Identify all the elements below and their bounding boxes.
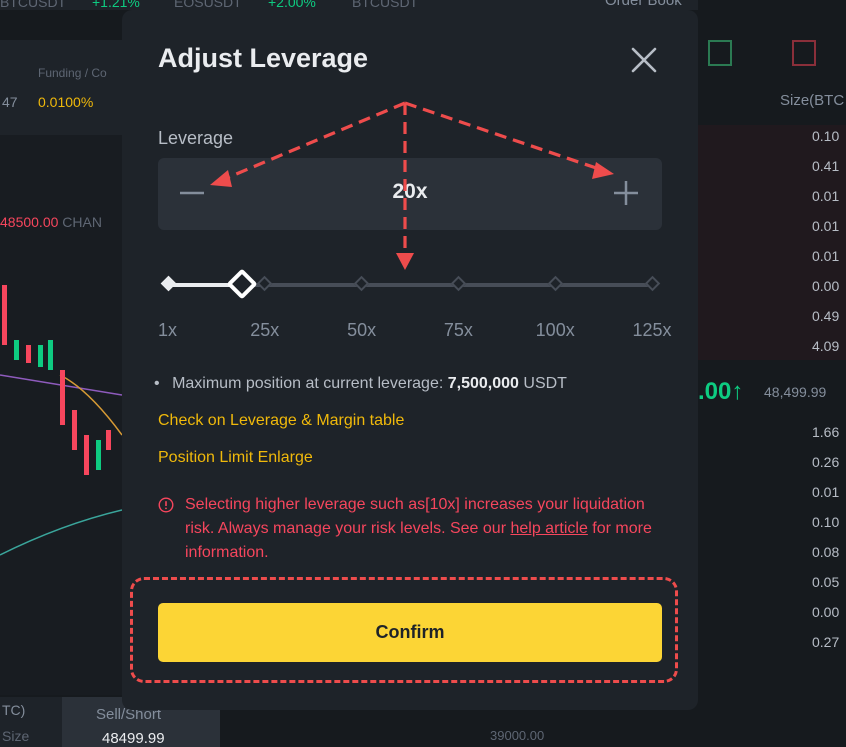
ticker-change: +2.00%	[268, 0, 316, 10]
slider-tick-label[interactable]: 50x	[347, 320, 376, 341]
ask-size: 4.09	[812, 338, 840, 354]
candle	[96, 440, 101, 470]
bullet-dot: •	[154, 375, 160, 392]
ask-size: 0.01	[812, 218, 840, 234]
ask-size: 0.01	[812, 188, 840, 204]
bid-size: 0.05	[812, 574, 840, 590]
ticker-change: +1.21%	[92, 0, 140, 10]
bid-size: 0.00	[812, 604, 840, 620]
max-position-label: Maximum position at current leverage:	[172, 375, 444, 392]
order-book-view-icon[interactable]	[708, 40, 732, 66]
slider-step-dot[interactable]	[353, 275, 370, 292]
up-arrow-icon: ↑	[731, 378, 744, 405]
ticker-symbol[interactable]: EOSUSDT	[174, 0, 242, 10]
candle	[60, 370, 65, 425]
slider-step-dot[interactable]	[160, 275, 176, 292]
candle	[84, 435, 89, 475]
info-circle-icon	[158, 497, 174, 513]
candle	[26, 345, 31, 363]
chart-price-label: 48500.00 CHAN	[0, 214, 102, 230]
slider-tick-label[interactable]: 75x	[444, 320, 473, 341]
plus-icon[interactable]	[606, 173, 646, 213]
slider-tick-label[interactable]: 1x	[158, 320, 177, 341]
confirm-highlight-annotation	[130, 577, 678, 683]
order-book-title: Order Book	[605, 0, 682, 9]
close-icon[interactable]	[630, 46, 658, 74]
ask-size: 0.01	[812, 248, 840, 264]
last-price: .00↑	[698, 378, 744, 405]
chart-axis-value: 39000.00	[490, 728, 545, 743]
max-position-note: • Maximum position at current leverage: …	[154, 375, 567, 393]
leverage-slider[interactable]	[160, 268, 662, 300]
slider-step-dot[interactable]	[644, 275, 660, 292]
candle	[2, 285, 7, 345]
bid-size: 0.26	[812, 454, 840, 470]
ask-size: 0.41	[812, 158, 840, 174]
ticker-symbol[interactable]: BTCUSDT	[0, 0, 66, 10]
bid-size: 0.10	[812, 514, 840, 530]
slider-tick-label[interactable]: 100x	[536, 320, 575, 341]
slider-tick-label[interactable]: 25x	[250, 320, 279, 341]
max-position-value: 7,500,000	[447, 375, 519, 392]
order-size-label: Size	[2, 728, 30, 744]
order-book-size-header: Size(BTC	[780, 92, 845, 109]
candle	[38, 345, 43, 367]
ticker-symbol[interactable]: BTCUSDT	[352, 0, 418, 10]
slider-step-dot[interactable]	[257, 275, 273, 292]
bid-size: 1.66	[812, 424, 840, 440]
funding-value: 0.0100%	[38, 94, 94, 110]
candle	[72, 410, 77, 450]
order-unit-label: TC)	[2, 702, 26, 718]
help-article-link[interactable]: help article	[510, 520, 587, 537]
dialog-title: Adjust Leverage	[158, 43, 369, 73]
market-stats-header	[0, 40, 122, 135]
candle	[48, 340, 53, 370]
ask-size: 0.10	[812, 128, 840, 144]
leverage-value[interactable]: 20x	[158, 180, 662, 204]
slider-thumb[interactable]	[226, 268, 258, 300]
slider-step-dot[interactable]	[450, 275, 467, 292]
sell-short-price: 48499.99	[102, 730, 165, 747]
leverage-margin-table-link[interactable]: Check on Leverage & Margin table	[158, 412, 404, 430]
candle	[14, 340, 19, 360]
slider-tick-label[interactable]: 125x	[632, 320, 671, 341]
ask-size: 0.00	[812, 278, 840, 294]
position-limit-enlarge-link[interactable]: Position Limit Enlarge	[158, 449, 313, 467]
max-position-unit: USDT	[523, 375, 567, 392]
candle	[106, 430, 111, 450]
bid-size: 0.27	[812, 634, 840, 650]
funding-label: Funding / Co	[38, 66, 107, 80]
slider-step-dot[interactable]	[547, 275, 563, 292]
warning-text: Selecting higher leverage such as[10x] i…	[185, 493, 655, 565]
bid-size: 0.01	[812, 484, 840, 500]
mark-price: 48,499.99	[764, 384, 827, 400]
ask-size: 0.49	[812, 308, 840, 324]
bid-size: 0.08	[812, 544, 840, 560]
leverage-stepper: 20x	[158, 158, 662, 230]
price-fragment: 47	[2, 94, 18, 110]
leverage-label: Leverage	[158, 128, 234, 148]
order-book-asks-icon[interactable]	[792, 40, 816, 66]
